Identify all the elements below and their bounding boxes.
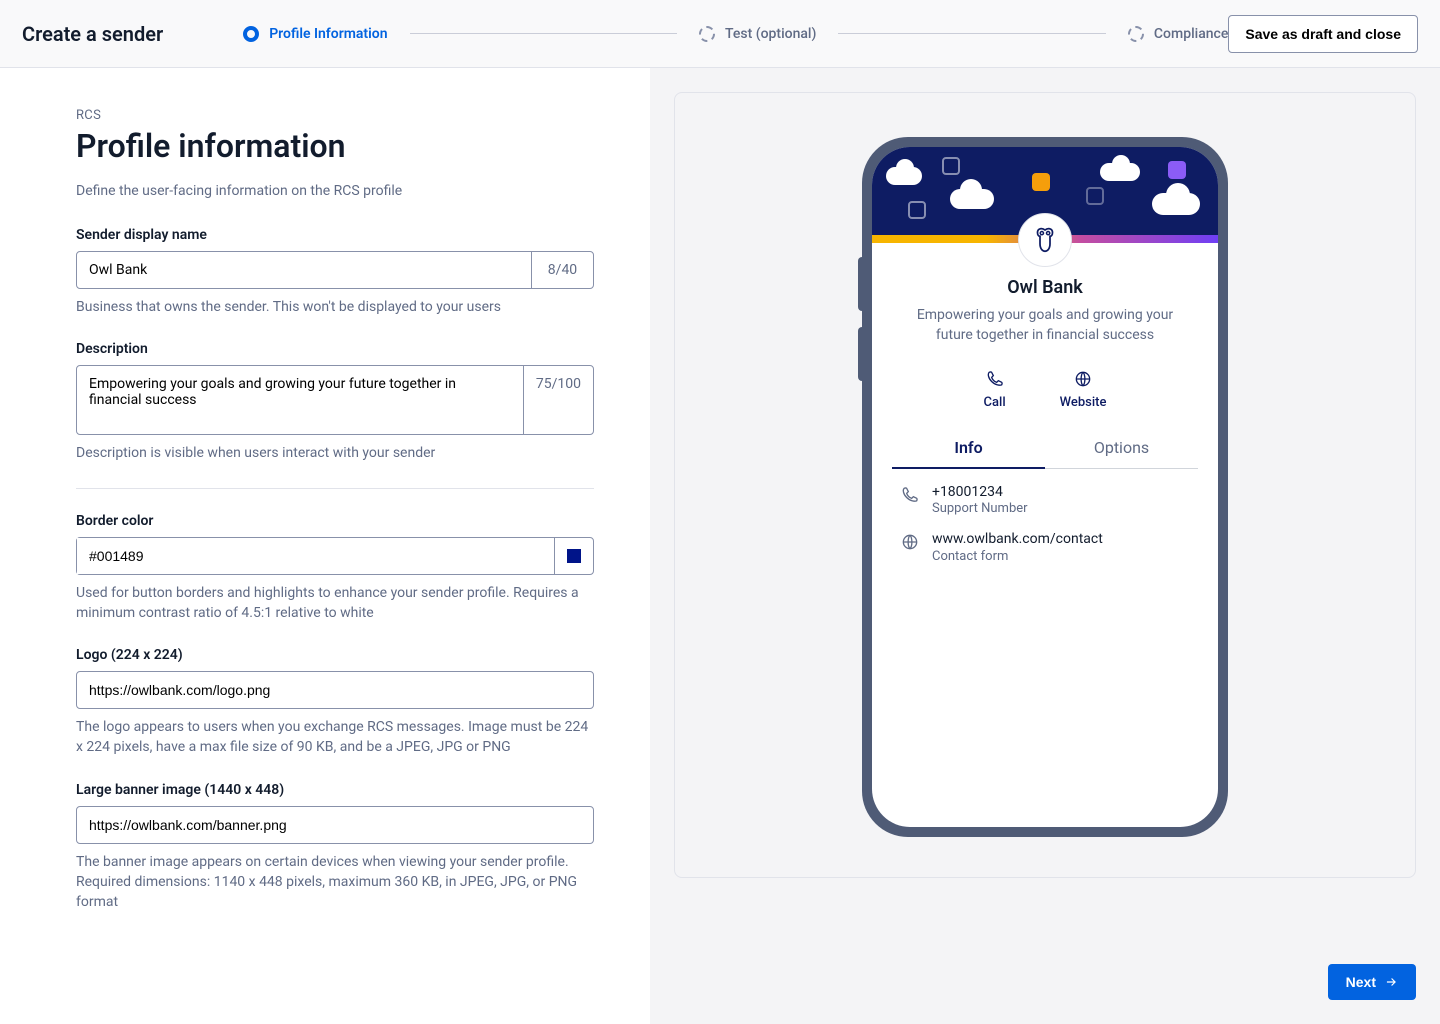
banner-puzzle-icon	[1032, 173, 1050, 191]
next-button[interactable]: Next	[1328, 964, 1416, 1000]
display-name-input[interactable]	[77, 252, 531, 288]
page-header-title: Create a sender	[22, 22, 163, 46]
preview-banner	[872, 147, 1218, 243]
banner-label: Large banner image (1440 x 448)	[76, 782, 594, 798]
step-label: Profile Information	[269, 26, 387, 42]
banner-cloud-icon	[1152, 193, 1200, 215]
preview-info-web: www.owlbank.com/contact Contact form	[900, 530, 1190, 563]
preview-website-action[interactable]: Website	[1060, 369, 1107, 410]
border-color-label: Border color	[76, 513, 594, 529]
step-divider	[838, 33, 1106, 34]
color-swatch-icon	[567, 549, 581, 563]
step-pending-icon	[699, 26, 715, 42]
description-help: Description is visible when users intera…	[76, 443, 594, 463]
preview-call-label: Call	[984, 395, 1006, 410]
description-input[interactable]	[77, 366, 523, 434]
banner-puzzle-icon	[1168, 161, 1186, 179]
save-draft-button[interactable]: Save as draft and close	[1228, 15, 1418, 53]
preview-website-label: Website	[1060, 395, 1107, 410]
display-name-counter: 8/40	[531, 252, 593, 288]
next-button-label: Next	[1346, 974, 1376, 990]
header: Create a sender Profile Information Test…	[0, 0, 1440, 68]
color-swatch-button[interactable]	[554, 538, 593, 574]
stepper: Profile Information Test (optional) Comp…	[243, 26, 1228, 42]
preview-sender-name: Owl Bank	[892, 277, 1198, 298]
arrow-right-icon	[1384, 975, 1398, 989]
globe-icon	[1073, 369, 1093, 389]
phone-icon	[985, 369, 1005, 389]
tab-info[interactable]: Info	[892, 428, 1045, 469]
step-divider	[410, 33, 678, 34]
banner-help: The banner image appears on certain devi…	[76, 852, 594, 913]
page-title: Profile information	[76, 127, 594, 165]
preview-description: Empowering your goals and growing your f…	[892, 306, 1198, 345]
description-label: Description	[76, 341, 594, 357]
banner-puzzle-icon	[942, 157, 960, 175]
banner-puzzle-icon	[908, 201, 926, 219]
step-label: Compliance	[1154, 26, 1228, 42]
border-color-help: Used for button borders and highlights t…	[76, 583, 594, 624]
step-label: Test (optional)	[725, 26, 816, 42]
preview-call-action[interactable]: Call	[984, 369, 1006, 410]
banner-cloud-icon	[886, 167, 922, 185]
banner-input[interactable]	[76, 806, 594, 844]
preview-phone-label: Support Number	[932, 501, 1028, 516]
preview-card: Owl Bank Empowering your goals and growi…	[674, 92, 1416, 878]
step-pending-icon	[1128, 26, 1144, 42]
border-color-input[interactable]	[77, 538, 554, 574]
owl-icon	[1030, 225, 1060, 255]
phone-frame: Owl Bank Empowering your goals and growi…	[862, 137, 1228, 837]
preview-tabs: Info Options	[892, 428, 1198, 469]
step-test[interactable]: Test (optional)	[699, 26, 816, 42]
logo-label: Logo (224 x 224)	[76, 647, 594, 663]
step-profile-information[interactable]: Profile Information	[243, 26, 387, 42]
page-subtitle: Define the user-facing information on th…	[76, 183, 594, 199]
globe-icon	[900, 532, 920, 552]
step-active-icon	[243, 26, 259, 42]
preview-info-phone: +18001234 Support Number	[900, 483, 1190, 516]
logo-help: The logo appears to users when you excha…	[76, 717, 594, 758]
description-counter: 75/100	[523, 366, 593, 434]
logo-input[interactable]	[76, 671, 594, 709]
tab-options[interactable]: Options	[1045, 428, 1198, 468]
phone-screen: Owl Bank Empowering your goals and growi…	[872, 147, 1218, 827]
form-panel: RCS Profile information Define the user-…	[0, 68, 650, 1024]
display-name-label: Sender display name	[76, 227, 594, 243]
section-divider	[76, 488, 594, 489]
step-compliance[interactable]: Compliance	[1128, 26, 1228, 42]
banner-puzzle-icon	[1086, 187, 1104, 205]
preview-web-value: www.owlbank.com/contact	[932, 530, 1103, 548]
preview-phone-value: +18001234	[932, 483, 1028, 501]
display-name-help: Business that owns the sender. This won'…	[76, 297, 594, 317]
banner-cloud-icon	[1100, 163, 1140, 181]
phone-icon	[900, 485, 920, 505]
preview-logo	[1018, 213, 1072, 267]
preview-web-label: Contact form	[932, 549, 1103, 564]
banner-cloud-icon	[950, 189, 994, 209]
eyebrow: RCS	[76, 108, 594, 123]
